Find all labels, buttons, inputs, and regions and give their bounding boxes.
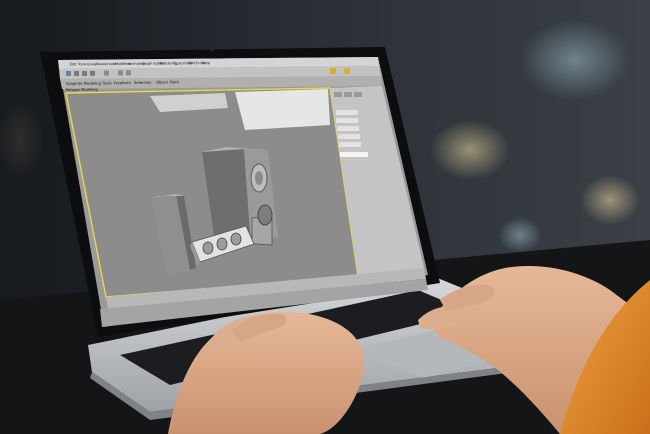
menu-item-edit[interactable]: Edit bbox=[70, 62, 77, 66]
ribbon-tab-freeform[interactable]: Freeform bbox=[114, 80, 131, 85]
render-icon[interactable] bbox=[344, 68, 350, 74]
panel-button[interactable] bbox=[339, 142, 361, 147]
mirror-icon[interactable] bbox=[118, 70, 123, 76]
panel-tab-hierarchy[interactable] bbox=[354, 92, 362, 97]
menu-item-tools[interactable]: Tools bbox=[77, 62, 87, 66]
name-field[interactable] bbox=[340, 152, 368, 157]
panel-button[interactable] bbox=[338, 134, 360, 139]
menu-item-help[interactable]: Help bbox=[202, 61, 210, 65]
rotate-icon[interactable] bbox=[82, 71, 87, 76]
snap-icon[interactable] bbox=[104, 70, 109, 76]
ribbon-tab-selection[interactable]: Selection bbox=[134, 80, 152, 85]
move-icon[interactable] bbox=[74, 71, 79, 76]
ribbon-tab-object-paint[interactable]: Object Paint bbox=[156, 79, 180, 84]
ribbon-tab-graphite[interactable]: Graphite Modeling Tools bbox=[66, 80, 112, 86]
scale-icon[interactable] bbox=[90, 70, 95, 76]
align-icon[interactable] bbox=[126, 70, 131, 76]
webcam bbox=[210, 48, 214, 52]
photo-scene: Edit Tools GroupViews CreateModifiersAnimat… bbox=[0, 0, 650, 434]
panel-button[interactable] bbox=[336, 110, 358, 115]
background-column bbox=[0, 0, 45, 300]
panel-tab-modify[interactable] bbox=[344, 92, 352, 97]
bokeh-light bbox=[580, 175, 640, 225]
scene-backdrop bbox=[235, 89, 330, 130]
bokeh-light bbox=[430, 120, 510, 180]
panel-button[interactable] bbox=[337, 126, 359, 131]
panel-tab-create[interactable] bbox=[334, 92, 342, 97]
ribbon-sub-label: Polygon Modeling bbox=[66, 88, 98, 92]
bokeh-light bbox=[498, 217, 542, 253]
render-setup-icon[interactable] bbox=[330, 68, 336, 74]
select-icon[interactable] bbox=[66, 71, 71, 76]
bokeh-light bbox=[520, 20, 630, 100]
panel-button[interactable] bbox=[336, 118, 358, 123]
